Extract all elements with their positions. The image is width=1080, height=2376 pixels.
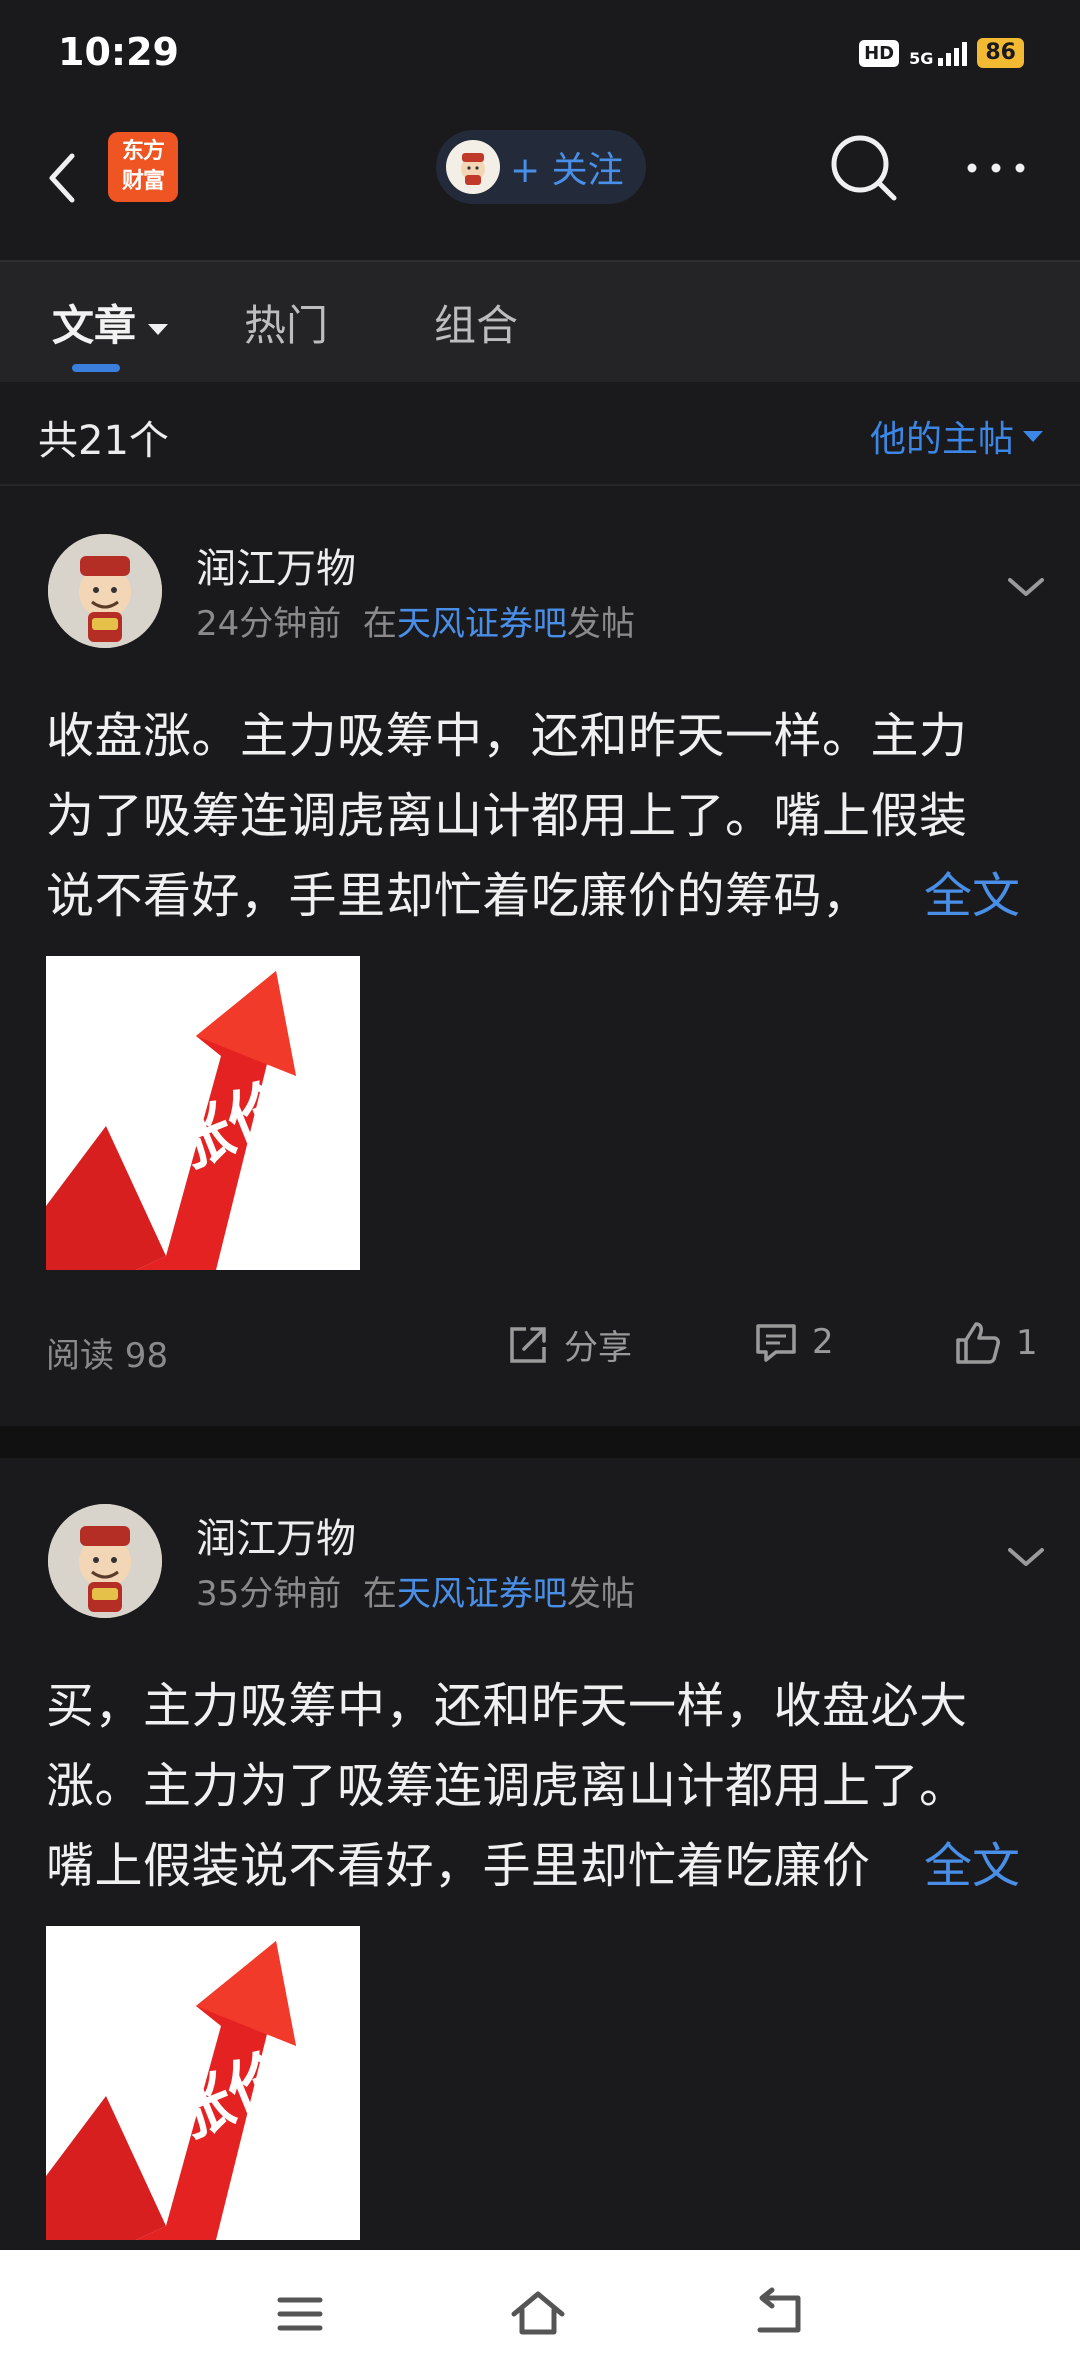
price-rise-arrow-image: 涨价 — [46, 956, 360, 1270]
share-button[interactable]: 分享 — [506, 1320, 632, 1369]
mascot-icon — [461, 153, 485, 185]
status-time: 10:29 — [58, 30, 179, 74]
filter-dropdown[interactable]: 他的主帖 — [870, 410, 1044, 462]
thumbs-up-icon — [956, 1322, 1000, 1364]
price-rise-arrow-image: 涨价 — [46, 1926, 360, 2240]
post-card[interactable]: 润江万物 24分钟前 在天风证券吧发帖 收盘涨。主力吸筹中，还和昨天一样。主力 … — [0, 488, 1080, 1426]
caret-down-icon — [1023, 431, 1043, 442]
post-separator — [0, 1426, 1080, 1458]
post-count: 共21个 — [38, 418, 169, 464]
comment-icon — [756, 1324, 796, 1362]
post-meta: 24分钟前 在天风证券吧发帖 — [196, 604, 635, 644]
content-tabs: 文章 热门 组合 — [0, 260, 1080, 382]
full-text-link[interactable]: 全文 — [908, 856, 1021, 936]
caret-down-icon — [148, 323, 169, 335]
stock-bar-link[interactable]: 天风证券吧 — [397, 1574, 567, 1614]
mascot-avatar-icon — [48, 1504, 162, 1618]
tab-portfolio[interactable]: 组合 — [434, 292, 518, 353]
author-avatar[interactable] — [48, 534, 162, 648]
back-nav-icon[interactable] — [750, 2284, 810, 2344]
chevron-down-icon[interactable] — [1004, 572, 1048, 602]
comment-button[interactable]: 2 — [754, 1320, 834, 1364]
post-card[interactable]: 润江万物 35分钟前 在天风证券吧发帖 买，主力吸筹中，还和昨天一样，收盘必大 … — [0, 1458, 1080, 2250]
read-count: 阅读 98 — [46, 1336, 169, 1376]
post-meta: 35分钟前 在天风证券吧发帖 — [196, 1574, 635, 1614]
author-avatar[interactable] — [48, 1504, 162, 1618]
summary-row: 共21个 他的主帖 — [0, 382, 1080, 486]
tab-popular[interactable]: 热门 — [244, 292, 328, 353]
post-image[interactable]: 涨价 — [46, 956, 360, 1270]
post-stats: 阅读 98 分享 2 1 — [0, 1320, 1080, 1380]
tab-articles[interactable]: 文章 — [52, 292, 170, 353]
battery-indicator: 86 — [977, 38, 1024, 68]
back-arrow-icon[interactable] — [40, 138, 90, 218]
chevron-down-icon[interactable] — [1004, 1542, 1048, 1572]
hd-badge: HD — [859, 39, 900, 67]
mascot-avatar-icon — [48, 534, 162, 648]
active-tab-indicator — [72, 364, 120, 372]
share-icon — [510, 1326, 546, 1363]
status-bar: 10:29 HD 5G 86 — [0, 0, 1080, 110]
full-text-link[interactable]: 全文 — [908, 1826, 1021, 1906]
post-image[interactable]: 涨价 — [46, 1926, 360, 2240]
author-name[interactable]: 润江万物 — [196, 1506, 356, 1564]
like-button[interactable]: 1 — [954, 1320, 1038, 1366]
status-indicators: HD 5G 86 — [859, 38, 1024, 68]
menu-icon[interactable] — [270, 2284, 330, 2344]
post-content[interactable]: 收盘涨。主力吸筹中，还和昨天一样。主力 为了吸筹连调虎离山计都用上了。嘴上假装 … — [46, 696, 1036, 936]
app-logo[interactable]: 东方 财富 — [108, 132, 178, 202]
home-icon[interactable] — [508, 2284, 568, 2344]
follow-label: + 关注 — [510, 150, 624, 191]
follow-button[interactable]: + 关注 — [436, 130, 646, 204]
top-navigation-bar: 东方 财富 + 关注 — [0, 110, 1080, 260]
stock-bar-link[interactable]: 天风证券吧 — [397, 604, 567, 644]
app-screen: 10:29 HD 5G 86 东方 财富 + 关注 文章 热门 组合 共21个 … — [0, 0, 1080, 2376]
search-icon[interactable] — [826, 130, 902, 206]
post-content[interactable]: 买，主力吸筹中，还和昨天一样，收盘必大 涨。主力为了吸筹连调虎离山计都用上了。 … — [46, 1666, 1036, 1906]
author-name[interactable]: 润江万物 — [196, 536, 356, 594]
more-options-icon[interactable] — [962, 150, 1030, 186]
user-avatar-small — [446, 140, 500, 194]
signal-strength-icon: 5G — [909, 40, 968, 67]
system-navigation-bar — [0, 2250, 1080, 2376]
